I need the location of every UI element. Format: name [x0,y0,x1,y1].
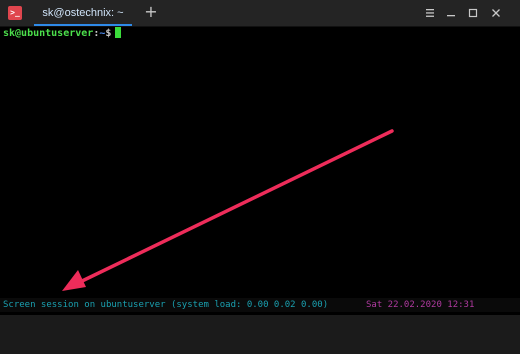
tab-terminal[interactable]: sk@ostechnix: ~ [34,0,132,26]
title-bar: >_ sk@ostechnix: ~ + [0,0,520,27]
screen-session-info: Screen session on ubuntuserver (system l… [3,300,329,310]
screen-status-bar: Screen session on ubuntuserver (system l… [0,298,520,312]
maximize-icon[interactable] [467,7,479,19]
tab-title: sk@ostechnix: ~ [42,7,124,19]
shell-prompt: sk@ubuntuserver:~$ [3,27,122,40]
terminal-output[interactable]: sk@ubuntuserver:~$ [0,27,520,297]
menu-icon[interactable] [424,7,436,19]
minimize-icon[interactable] [445,7,457,19]
new-tab-icon[interactable]: + [143,4,159,20]
prompt-symbol: $ [105,28,112,39]
close-icon[interactable] [490,7,502,19]
terminal-app-icon: >_ [8,6,22,20]
prompt-user: sk@ubuntuserver [3,28,94,39]
text-cursor [115,27,122,38]
terminal-window: >_ sk@ostechnix: ~ + sk@ubuntuserver:~$ … [0,0,520,315]
active-tab-indicator [34,24,132,26]
screen-datetime: Sat 22.02.2020 12:31 [366,300,475,310]
